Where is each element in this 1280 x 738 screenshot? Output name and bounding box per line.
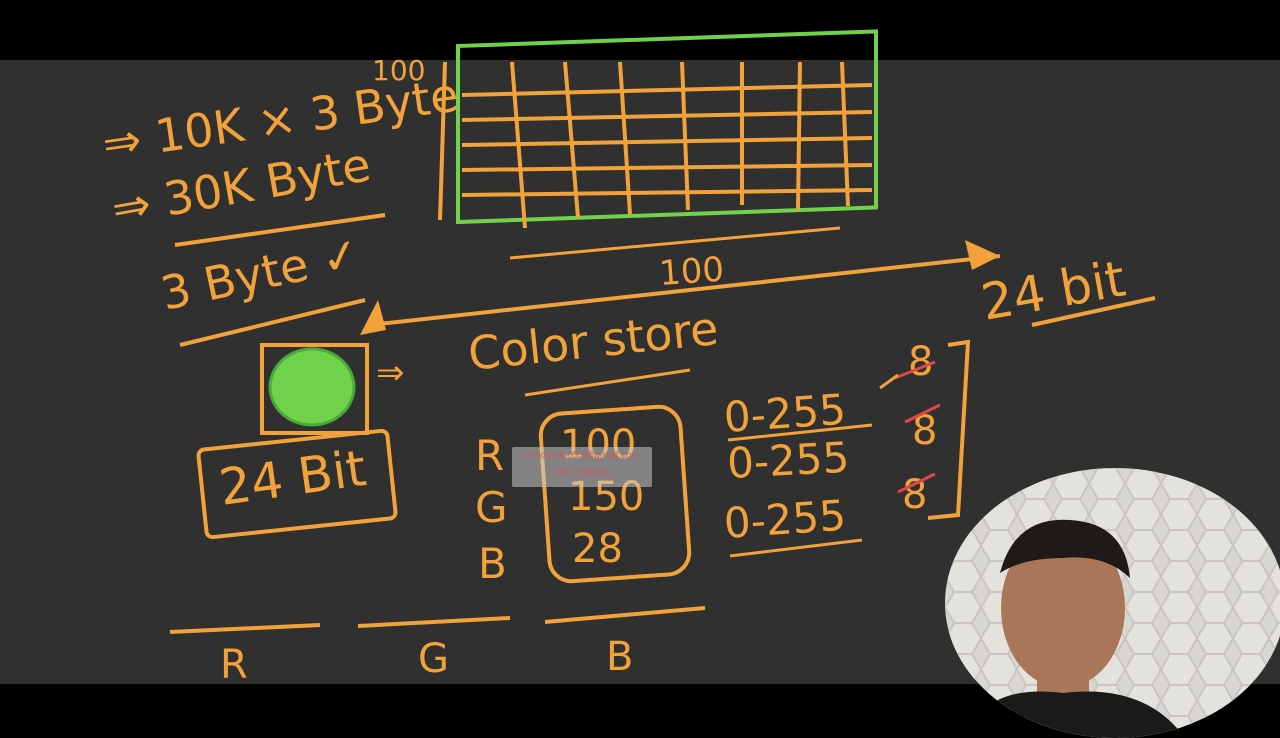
bottom-label-g: G bbox=[418, 636, 449, 682]
watermark-email: princeinfo053@gmail.com bbox=[524, 450, 640, 461]
rgb-channel-g: G bbox=[475, 483, 508, 532]
video-frame: 100 ⇒ 10K × 3 Byte ⇒ 30K Byte 3 Byte ✓ 1… bbox=[0, 0, 1280, 738]
rgb-channel-b: B bbox=[478, 539, 507, 588]
rgb-channel-r: R bbox=[475, 431, 504, 480]
person-icon bbox=[945, 468, 1280, 738]
bottom-label-r: R bbox=[220, 642, 248, 688]
bits-1: 8 bbox=[908, 339, 933, 385]
arrow-to-color-store: ⇒ bbox=[376, 353, 405, 393]
webcam-overlay bbox=[945, 468, 1280, 738]
rgb-value-b: 28 bbox=[572, 526, 623, 572]
watermark-phone: 8987298956 bbox=[554, 468, 610, 479]
watermark: princeinfo053@gmail.com 8987298956 bbox=[512, 447, 652, 487]
range-3: 0-255 bbox=[722, 491, 847, 548]
bottom-label-b: B bbox=[606, 634, 633, 680]
range-2: 0-255 bbox=[726, 433, 850, 488]
bits-2: 8 bbox=[912, 408, 937, 454]
